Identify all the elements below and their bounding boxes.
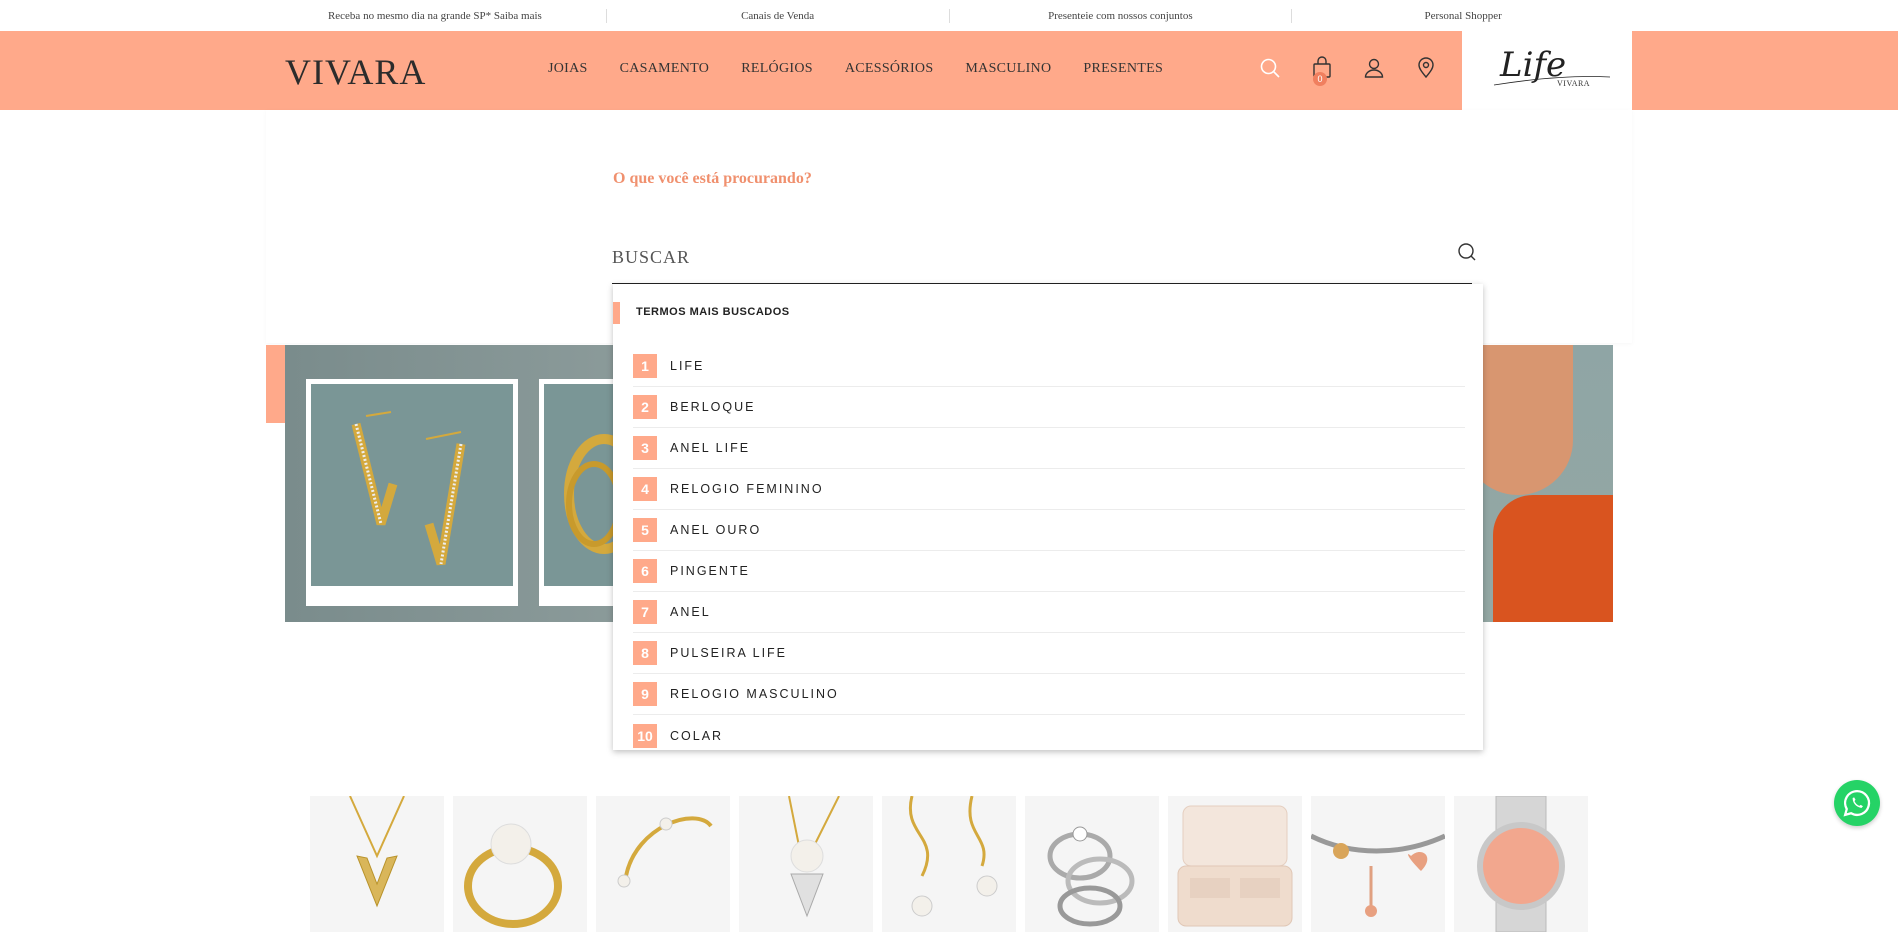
suggestions-title: TERMOS MAIS BUSCADOS bbox=[636, 306, 790, 318]
product-image bbox=[908, 796, 998, 917]
search-prompt: O que você está procurando? bbox=[613, 170, 812, 187]
search-input[interactable] bbox=[612, 232, 1472, 284]
suggestion-label: PULSEIRA LIFE bbox=[670, 646, 788, 660]
suggestion-label: COLAR bbox=[670, 728, 724, 743]
suggestion-item[interactable]: 9 RELOGIO MASCULINO bbox=[633, 674, 1465, 715]
nav-masculino[interactable]: MASCULINO bbox=[965, 61, 1051, 77]
whatsapp-chat-button[interactable] bbox=[1834, 780, 1880, 826]
suggestion-label: ANEL OURO bbox=[670, 523, 762, 537]
nav-presentes[interactable]: PRESENTES bbox=[1083, 61, 1163, 77]
earrings-photo bbox=[306, 379, 518, 606]
sales-channels-link[interactable]: Canais de Venda bbox=[607, 10, 949, 22]
product-pearl-ring[interactable] bbox=[453, 796, 587, 932]
suggestion-rank: 3 bbox=[633, 436, 657, 460]
bag-icon[interactable]: 0 bbox=[1310, 56, 1338, 86]
product-charm-bracelet[interactable] bbox=[1311, 796, 1445, 932]
product-strip bbox=[310, 796, 1597, 932]
suggestion-label: PINGENTE bbox=[670, 564, 750, 578]
suggestion-label: RELOGIO MASCULINO bbox=[670, 687, 839, 701]
suggestion-label: RELOGIO FEMININO bbox=[670, 482, 824, 496]
search-submit-icon[interactable] bbox=[1455, 240, 1479, 264]
suggestions-header: TERMOS MAIS BUSCADOS bbox=[613, 302, 1483, 324]
personal-shopper-link[interactable]: Personal Shopper bbox=[1292, 10, 1634, 22]
suggestions-header-accent bbox=[613, 302, 620, 324]
suggestion-rank: 1 bbox=[633, 354, 657, 378]
life-underline-swash bbox=[1493, 76, 1611, 86]
suggestion-item[interactable]: 8 PULSEIRA LIFE bbox=[633, 633, 1465, 674]
nav-casamento[interactable]: CASAMENTO bbox=[620, 61, 710, 77]
earrings-image bbox=[351, 411, 466, 566]
product-image bbox=[1311, 833, 1445, 917]
nav-joias[interactable]: JOIAS bbox=[548, 61, 588, 77]
hero-model bbox=[1463, 345, 1613, 622]
suggestion-item[interactable]: 3 ANEL LIFE bbox=[633, 428, 1465, 469]
suggestion-label: ANEL bbox=[670, 605, 711, 619]
whatsapp-icon bbox=[1843, 789, 1871, 817]
location-pin-icon[interactable] bbox=[1414, 56, 1442, 84]
product-image bbox=[349, 796, 405, 908]
product-pearl-pendant[interactable] bbox=[739, 796, 873, 932]
suggestion-item[interactable]: 7 ANEL bbox=[633, 592, 1465, 633]
product-image bbox=[1047, 826, 1135, 927]
model-sleeve bbox=[1493, 495, 1613, 622]
suggestion-label: ANEL LIFE bbox=[670, 441, 751, 455]
cart-count-badge: 0 bbox=[1313, 72, 1327, 86]
nav-relogios[interactable]: RELÓGIOS bbox=[741, 61, 813, 77]
suggestion-label: BERLOQUE bbox=[670, 400, 756, 414]
product-watch[interactable] bbox=[1454, 796, 1588, 932]
suggestion-rank: 2 bbox=[633, 395, 657, 419]
top-info-bar: Receba no mesmo dia na grande SP* Saiba … bbox=[0, 0, 1898, 32]
user-icon[interactable] bbox=[1362, 56, 1390, 84]
product-charm-earrings[interactable] bbox=[882, 796, 1016, 932]
product-image bbox=[464, 823, 562, 928]
product-silver-rings[interactable] bbox=[1025, 796, 1159, 932]
hero-accent-bar bbox=[266, 345, 286, 423]
product-image bbox=[788, 796, 840, 918]
suggestions-list: 1 LIFE 2 BERLOQUE 3 ANEL LIFE 4 RELOGIO FEMI… bbox=[633, 346, 1465, 756]
suggestion-item[interactable]: 2 BERLOQUE bbox=[633, 387, 1465, 428]
header-icons: 0 bbox=[1258, 56, 1466, 86]
suggestion-rank: 5 bbox=[633, 518, 657, 542]
suggestion-rank: 4 bbox=[633, 477, 657, 501]
life-brand-link[interactable]: Life VIVARA bbox=[1462, 31, 1632, 110]
same-day-delivery-link[interactable]: Receba no mesmo dia na grande SP* Saiba … bbox=[264, 10, 606, 22]
product-necklace-v[interactable] bbox=[310, 796, 444, 932]
product-jewelry-box[interactable] bbox=[1168, 796, 1302, 932]
product-pearl-bracelet[interactable] bbox=[596, 796, 730, 932]
suggestion-label: LIFE bbox=[670, 359, 705, 373]
suggestion-rank: 9 bbox=[633, 682, 657, 706]
product-image bbox=[617, 816, 713, 888]
nav-acessorios[interactable]: ACESSÓRIOS bbox=[845, 61, 934, 77]
suggestion-rank: 8 bbox=[633, 641, 657, 665]
suggestion-item[interactable]: 5 ANEL OURO bbox=[633, 510, 1465, 551]
suggestion-rank: 10 bbox=[633, 723, 657, 748]
suggestion-item[interactable]: 6 PINGENTE bbox=[633, 551, 1465, 592]
gift-sets-link[interactable]: Presenteie com nossos conjuntos bbox=[950, 10, 1292, 22]
suggestion-rank: 7 bbox=[633, 600, 657, 624]
suggestion-item[interactable]: 4 RELOGIO FEMININO bbox=[633, 469, 1465, 510]
search-suggestions-dropdown: TERMOS MAIS BUSCADOS 1 LIFE 2 BERLOQUE 3 AN… bbox=[613, 284, 1483, 750]
product-image bbox=[1177, 805, 1293, 927]
suggestion-item[interactable]: 1 LIFE bbox=[633, 346, 1465, 387]
product-image bbox=[1477, 796, 1565, 932]
vivara-logo[interactable]: VIVARA bbox=[285, 51, 426, 93]
search-icon[interactable] bbox=[1258, 56, 1286, 84]
suggestion-item[interactable]: 10 COLAR bbox=[633, 715, 1465, 756]
main-nav: JOIAS CASAMENTO RELÓGIOS ACESSÓRIOS MASC… bbox=[548, 61, 1195, 77]
suggestion-rank: 6 bbox=[633, 559, 657, 583]
